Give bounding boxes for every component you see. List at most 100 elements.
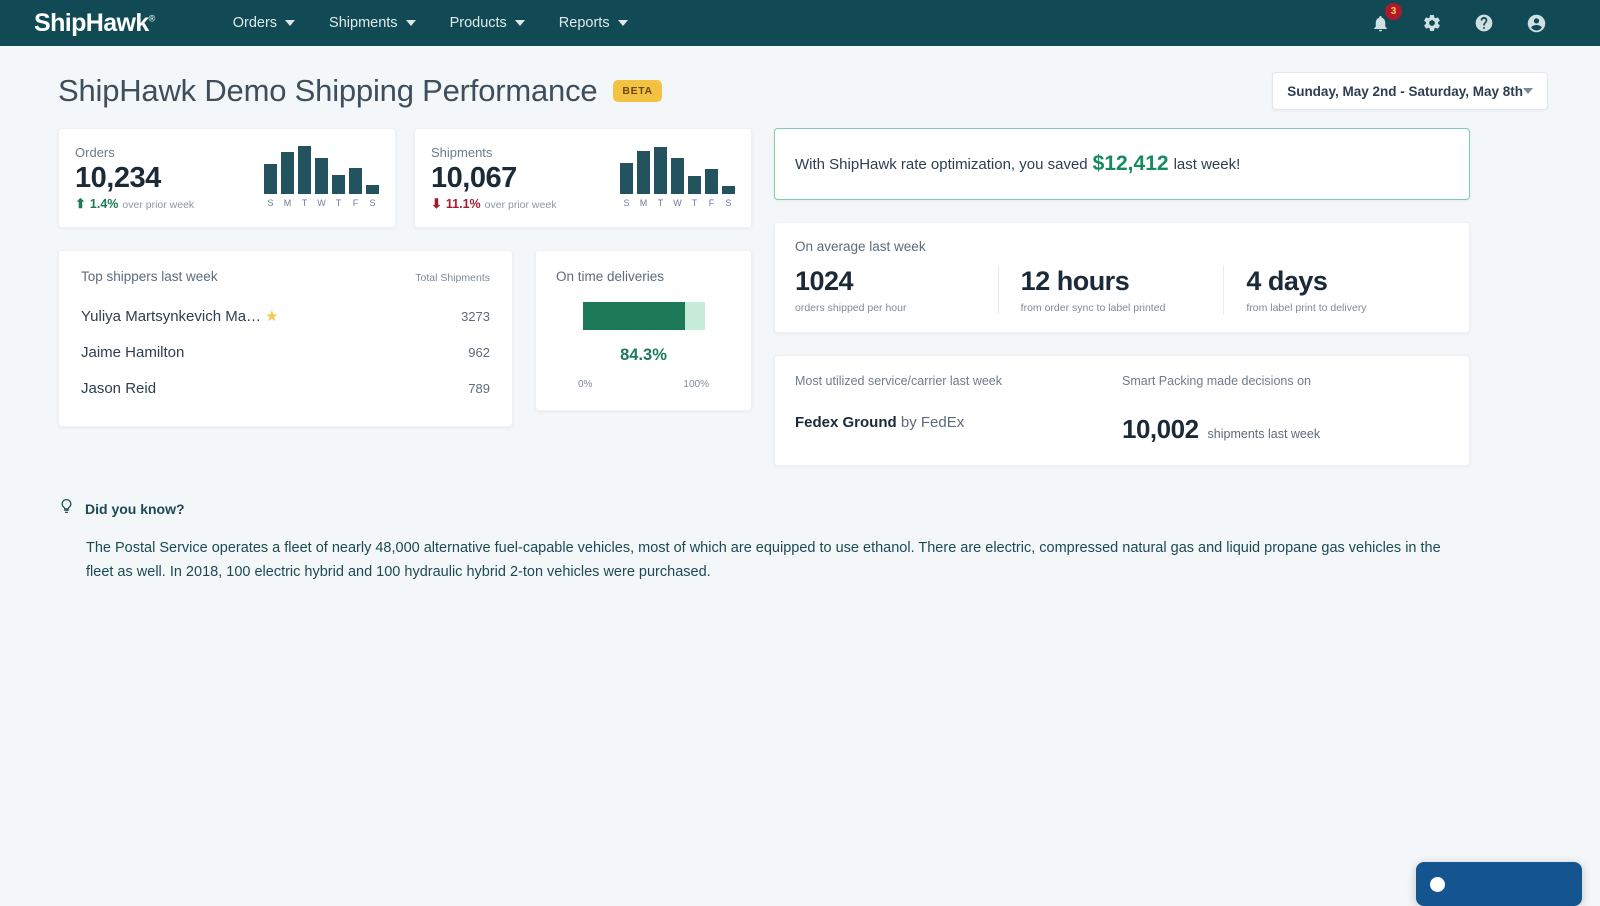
list-item[interactable]: Jaime Hamilton 962 [81, 334, 490, 370]
smart-packing-label: Smart Packing made decisions on [1122, 374, 1449, 388]
on-time-scale-min: 0% [578, 379, 592, 390]
bar-label: T [692, 198, 698, 208]
bar [366, 185, 379, 194]
kpi-shipments-delta: ⬇ 11.1% over prior week [431, 197, 556, 211]
shipper-count: 789 [468, 381, 490, 396]
smart-packing-stat: Smart Packing made decisions on 10,002 s… [1122, 374, 1449, 445]
average-label: orders shipped per hour [795, 302, 998, 314]
chat-support-widget[interactable] [1416, 862, 1582, 906]
shipper-count: 962 [468, 345, 490, 360]
bar [722, 186, 735, 194]
list-item[interactable]: Yuliya Martsynkevich Ma… ★ 3273 [81, 298, 490, 334]
nav-actions: 3 [1368, 11, 1578, 35]
nav-item-orders[interactable]: Orders [233, 15, 295, 31]
savings-amount: $12,412 [1093, 152, 1169, 176]
bell-icon[interactable]: 3 [1368, 11, 1392, 35]
trademark-mark: ® [149, 13, 155, 23]
average-value: 1024 [795, 266, 998, 297]
chat-icon [1430, 877, 1445, 892]
arrow-down-icon: ⬇ [431, 197, 442, 210]
top-shippers-list: Yuliya Martsynkevich Ma… ★ 3273 Jaime Ha… [81, 298, 490, 406]
bar [671, 158, 684, 194]
nav-item-shipments-label: Shipments [329, 15, 398, 31]
average-label: from order sync to label printed [1021, 302, 1224, 314]
on-time-percent: 84.3% [556, 346, 731, 365]
on-time-scale-max: 100% [683, 379, 709, 390]
bar [688, 176, 701, 194]
bar-column: M [637, 151, 650, 208]
page-title: ShipHawk Demo Shipping Performance [58, 73, 597, 109]
top-navbar: ShipHawk® Orders Shipments Products Repo… [0, 0, 1600, 46]
bar [705, 169, 718, 194]
average-stat-order-to-label: 12 hours from order sync to label printe… [998, 266, 1224, 314]
kpi-row: Orders 10,234 ⬆ 1.4% over prior week S M T… [58, 128, 752, 228]
bar-label: M [640, 198, 648, 208]
kpi-orders-label: Orders [75, 145, 194, 160]
smart-packing-note: shipments last week [1208, 427, 1321, 441]
beta-badge: BETA [613, 80, 661, 102]
nav-item-shipments[interactable]: Shipments [329, 15, 416, 31]
notification-badge: 3 [1385, 3, 1402, 20]
bar-label: T [336, 198, 342, 208]
dashboard-content: Orders 10,234 ⬆ 1.4% over prior week S M T… [0, 110, 1600, 466]
averages-stats: 1024 orders shipped per hour 12 hours fr… [795, 266, 1449, 314]
bar [298, 146, 311, 194]
nav-item-reports-label: Reports [559, 15, 610, 31]
nav-item-orders-label: Orders [233, 15, 277, 31]
nav-item-reports[interactable]: Reports [559, 15, 628, 31]
shiphawk-logo[interactable]: ShipHawk® [34, 9, 155, 38]
chevron-down-icon [515, 20, 525, 26]
average-value: 12 hours [1021, 266, 1224, 297]
kpi-orders-delta: ⬆ 1.4% over prior week [75, 197, 194, 211]
bar-column: S [620, 163, 633, 208]
bar-column: W [671, 158, 684, 208]
logo-text: ShipHawk [34, 9, 149, 37]
bar-label: T [302, 198, 308, 208]
nav-item-products[interactable]: Products [450, 15, 525, 31]
bar-column: T [688, 176, 701, 208]
top-shippers-title: Top shippers last week [81, 269, 218, 284]
bar-label: S [267, 198, 273, 208]
chevron-down-icon [285, 20, 295, 26]
date-range-value: Sunday, May 2nd - Saturday, May 8th [1287, 84, 1523, 99]
carrier-value: Fedex Ground by FedEx [795, 414, 1122, 431]
on-time-title: On time deliveries [556, 269, 731, 284]
most-utilized-carrier: Most utilized service/carrier last week … [795, 374, 1122, 445]
bar-column: F [705, 169, 718, 208]
bar-label: S [623, 198, 629, 208]
bar [264, 164, 277, 194]
bar-column: S [264, 164, 277, 208]
list-item[interactable]: Jason Reid 789 [81, 370, 490, 406]
bar [315, 158, 328, 194]
smart-packing-value: 10,002 [1122, 414, 1199, 445]
kpi-shipments-delta-value: 11.1% [446, 197, 481, 211]
bar-column: W [315, 158, 328, 208]
kpi-orders-delta-value: 1.4% [90, 197, 119, 211]
kpi-shipments-label: Shipments [431, 145, 556, 160]
top-shippers-column-header: Total Shipments [415, 272, 490, 284]
kpi-shipments-value: 10,067 [431, 162, 556, 194]
bar-label: F [709, 198, 715, 208]
dashboard-top-row: Orders 10,234 ⬆ 1.4% over prior week S M T… [58, 128, 1548, 466]
on-time-scale: 0% 100% [556, 379, 731, 390]
carrier-service-name: Fedex Ground [795, 414, 897, 431]
did-you-know-title: Did you know? [85, 501, 185, 517]
carrier-provider: by FedEx [901, 414, 964, 431]
bar [654, 147, 667, 194]
chevron-down-icon [406, 20, 416, 26]
right-column: With ShipHawk rate optimization, you sav… [774, 128, 1470, 466]
help-icon[interactable] [1472, 11, 1496, 35]
date-range-select[interactable]: Sunday, May 2nd - Saturday, May 8th [1272, 72, 1548, 110]
on-time-progress-track [583, 302, 705, 330]
bar-label: W [317, 198, 326, 208]
savings-banner: With ShipHawk rate optimization, you sav… [774, 128, 1470, 200]
bar-column: T [332, 175, 345, 208]
nav-item-products-label: Products [450, 15, 507, 31]
did-you-know-body: The Postal Service operates a fleet of n… [58, 537, 1448, 584]
did-you-know-section: Did you know? The Postal Service operate… [0, 466, 1600, 584]
bar-column: S [722, 186, 735, 208]
kpi-orders-value: 10,234 [75, 162, 194, 194]
account-icon[interactable] [1524, 11, 1548, 35]
chevron-down-icon [1523, 88, 1533, 94]
gear-icon[interactable] [1420, 11, 1444, 35]
